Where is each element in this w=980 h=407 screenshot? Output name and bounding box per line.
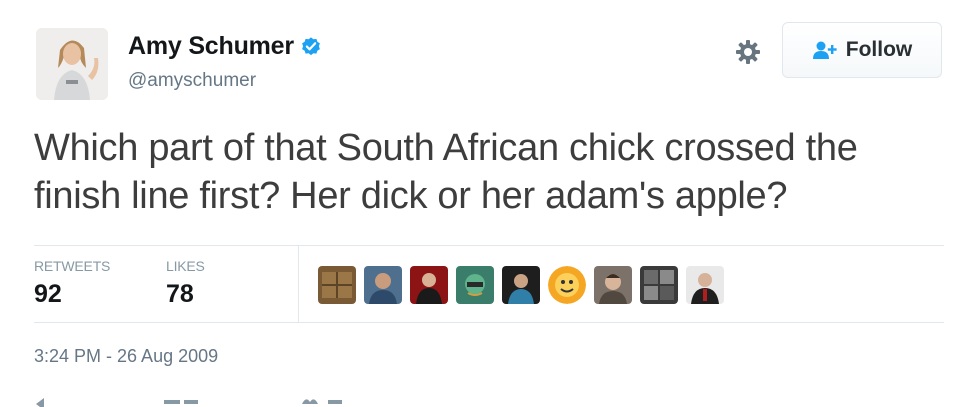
liker-avatar[interactable] xyxy=(456,266,494,304)
liker-avatar[interactable] xyxy=(594,266,632,304)
stats-top-divider xyxy=(34,245,944,246)
tweet-text: Which part of that South African chick c… xyxy=(34,127,858,217)
tweet-actions-bar xyxy=(34,396,434,407)
liker-avatar[interactable] xyxy=(548,266,586,304)
retweet-icon[interactable] xyxy=(162,396,202,407)
user-handle[interactable]: @amyschumer xyxy=(128,70,256,92)
gear-icon[interactable] xyxy=(734,38,762,66)
retweets-stat[interactable]: RETWEETS 92 xyxy=(34,258,110,309)
stats-vertical-divider xyxy=(298,246,299,322)
retweets-label: RETWEETS xyxy=(34,258,111,274)
likes-stat[interactable]: LIKES 78 xyxy=(166,258,205,309)
liker-avatar[interactable] xyxy=(318,266,356,304)
likes-label: LIKES xyxy=(166,258,205,274)
add-user-icon xyxy=(812,41,837,59)
avatar-image xyxy=(36,28,108,100)
display-name[interactable]: Amy Schumer xyxy=(128,32,294,61)
verified-badge-icon xyxy=(302,36,320,55)
liker-avatar[interactable] xyxy=(686,266,724,304)
profile-avatar[interactable] xyxy=(36,28,108,100)
likers-avatars xyxy=(318,266,724,304)
user-name-row: Amy Schumer xyxy=(128,32,322,61)
retweets-count: 92 xyxy=(34,280,62,308)
stats-bottom-divider xyxy=(34,322,944,323)
liker-avatar[interactable] xyxy=(640,266,678,304)
liker-avatar[interactable] xyxy=(410,266,448,304)
likes-count: 78 xyxy=(166,280,194,308)
follow-button[interactable]: Follow xyxy=(782,22,942,78)
tweet-timestamp[interactable]: 3:24 PM - 26 Aug 2009 xyxy=(34,346,218,367)
liker-avatar[interactable] xyxy=(364,266,402,304)
follow-button-label: Follow xyxy=(845,38,913,61)
liker-avatar[interactable] xyxy=(502,266,540,304)
like-icon[interactable] xyxy=(298,396,348,407)
reply-icon[interactable] xyxy=(34,396,54,407)
